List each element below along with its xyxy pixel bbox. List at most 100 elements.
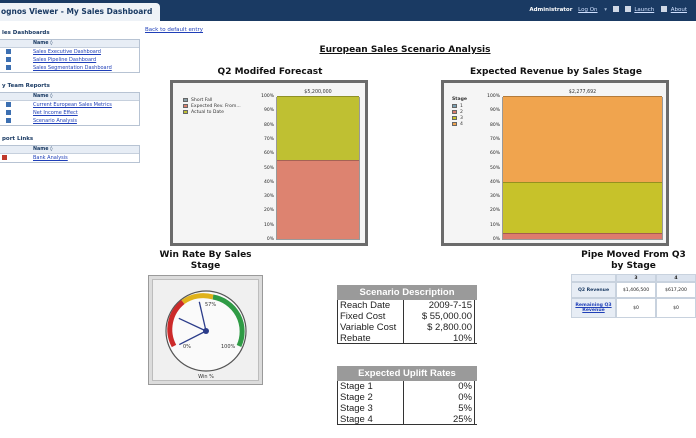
uplift-row-value: 0% bbox=[403, 381, 475, 392]
table-row: Stage 2 0% bbox=[337, 392, 477, 403]
scenario-analysis-link[interactable]: Scenario Analysis bbox=[33, 118, 77, 124]
uplift-row-label: Stage 2 bbox=[337, 392, 403, 403]
dashboard-icon bbox=[6, 57, 11, 62]
legend-swatch bbox=[183, 110, 188, 114]
plot-area bbox=[276, 96, 360, 240]
list-item[interactable]: Sales Segmentation Dashboard bbox=[0, 64, 139, 72]
report-icon bbox=[6, 118, 11, 123]
net-income-effect-link[interactable]: Net Income Effect bbox=[33, 110, 78, 116]
pipe-title-line2: by Stage bbox=[611, 261, 656, 271]
folder-icon[interactable] bbox=[624, 6, 631, 12]
scenario-row-label: Fixed Cost bbox=[337, 311, 403, 322]
legend-label: Expected Rev. From... bbox=[191, 103, 241, 109]
column-header-name[interactable]: Name ◊ bbox=[0, 146, 139, 154]
sales-segmentation-dashboard-link[interactable]: Sales Segmentation Dashboard bbox=[33, 65, 112, 71]
section-team-reports: Name ◊ Current European Sales Metrics Ne… bbox=[0, 92, 140, 126]
legend-label: 4 bbox=[460, 121, 463, 127]
table-row: Rebate 10% bbox=[337, 333, 477, 344]
chart-forecast: Short Fall Expected Rev. From... Actual to… bbox=[170, 80, 368, 246]
section-title-report-links: port Links bbox=[2, 136, 34, 142]
pipe-corner-cell bbox=[571, 274, 616, 282]
y-tick-label: 100% bbox=[487, 94, 500, 99]
table-row: Stage 4 25% bbox=[337, 414, 477, 425]
legend-label: Actual to Date bbox=[191, 109, 224, 115]
y-tick-label: 80% bbox=[489, 122, 500, 128]
chart-legend: Short Fall Expected Rev. From... Actual to… bbox=[183, 97, 241, 115]
table-row: Fixed Cost $ 55,000.00 bbox=[337, 311, 477, 322]
scenario-row-value: $ 55,000.00 bbox=[403, 311, 475, 322]
uplift-row-label: Stage 1 bbox=[337, 381, 403, 392]
pipe-row-label: Q2 Revenue bbox=[571, 282, 616, 298]
bar-segment[interactable] bbox=[503, 96, 662, 182]
back-to-default-entry-link[interactable]: Back to default entry bbox=[145, 27, 203, 33]
bank-analysis-link[interactable]: Bank Analysis bbox=[33, 155, 68, 161]
plot-area bbox=[502, 96, 663, 240]
report-icon bbox=[6, 102, 11, 107]
uplift-row-value: 0% bbox=[403, 392, 475, 403]
dashboard-icon bbox=[6, 49, 11, 54]
list-item[interactable]: Sales Executive Dashboard bbox=[0, 48, 139, 56]
bar-segment[interactable] bbox=[503, 233, 662, 239]
chart-expected-revenue-area: Stage 1 2 3 4 100% 90% 80% 70% 60% 50% 40% 30% 20% 10%… bbox=[444, 83, 666, 243]
gauge-dial: 0% 100% 57% Win % bbox=[165, 290, 247, 380]
uplift-row-value: 5% bbox=[403, 403, 475, 414]
scenario-row-value: $ 2,800.00 bbox=[403, 322, 475, 333]
section-title-dashboards: les Dashboards bbox=[2, 30, 50, 36]
list-item[interactable]: Net Income Effect bbox=[0, 109, 139, 117]
bar-segment[interactable] bbox=[277, 160, 359, 239]
pipe-title-line1: Pipe Moved From Q3 bbox=[581, 250, 686, 260]
y-tick-label: 40% bbox=[263, 179, 274, 185]
log-on-link[interactable]: Log On bbox=[578, 7, 597, 13]
dashboard-icon bbox=[6, 65, 11, 70]
list-item[interactable]: Scenario Analysis bbox=[0, 117, 139, 125]
legend-item: 4 bbox=[452, 121, 467, 127]
section-dashboards: Name ◊ Sales Executive Dashboard Sales P… bbox=[0, 39, 140, 73]
sales-pipeline-dashboard-link[interactable]: Sales Pipeline Dashboard bbox=[33, 57, 96, 63]
pipe-cell: $0 bbox=[616, 298, 656, 318]
y-tick-label: 20% bbox=[263, 208, 274, 214]
pipe-header-row: 3 4 bbox=[571, 274, 696, 282]
section-title-team-reports: y Team Reports bbox=[2, 83, 50, 89]
list-item[interactable]: Bank Analysis bbox=[0, 154, 139, 162]
list-item[interactable]: Current European Sales Metrics bbox=[0, 101, 139, 109]
pipe-row-label-link[interactable]: Remaining Q3 Revenue bbox=[571, 298, 616, 318]
y-tick-label: 60% bbox=[263, 151, 274, 157]
about-link[interactable]: About bbox=[671, 7, 687, 13]
scenario-description-table: Scenario Description Reach Date 2009-7-15… bbox=[337, 285, 477, 344]
user-name: Administrator bbox=[529, 7, 573, 13]
y-tick-label: 10% bbox=[263, 222, 274, 228]
table-row: Stage 1 0% bbox=[337, 381, 477, 392]
scenario-row-label: Variable Cost bbox=[337, 322, 403, 333]
launch-link[interactable]: Launch bbox=[634, 7, 654, 13]
table-row: Q2 Revenue $1,406,500 $617,200 bbox=[571, 282, 696, 298]
table-row: Stage 3 5% bbox=[337, 403, 477, 414]
bar-total-label: $2,277,692 bbox=[568, 90, 597, 95]
bar-segment[interactable] bbox=[277, 96, 359, 161]
y-tick-label: 0% bbox=[492, 237, 500, 242]
chevron-down-icon[interactable]: ▾ bbox=[604, 7, 607, 13]
column-header-name[interactable]: Name ◊ bbox=[0, 93, 139, 101]
gauge-win-rate: 0% 100% 57% Win % bbox=[148, 275, 263, 385]
scenario-row-label: Rebate bbox=[337, 333, 403, 344]
sales-executive-dashboard-link[interactable]: Sales Executive Dashboard bbox=[33, 49, 101, 55]
legend-label: Short Fall bbox=[191, 97, 213, 103]
uplift-table-title: Expected Uplift Rates bbox=[337, 366, 477, 381]
legend-swatch bbox=[452, 116, 457, 120]
section-report-links: Name ◊ Bank Analysis bbox=[0, 145, 140, 163]
current-european-sales-metrics-link[interactable]: Current European Sales Metrics bbox=[33, 102, 112, 108]
window-tab-title[interactable]: ognos Viewer - My Sales Dashboard bbox=[0, 3, 160, 21]
home-icon[interactable] bbox=[612, 6, 619, 12]
y-tick-label: 40% bbox=[489, 179, 500, 185]
y-tick-label: 70% bbox=[263, 136, 274, 142]
uplift-row-value: 25% bbox=[403, 414, 475, 425]
gauge-label-max: 100% bbox=[221, 344, 236, 350]
list-item[interactable]: Sales Pipeline Dashboard bbox=[0, 56, 139, 64]
pipe-cell: $0 bbox=[656, 298, 696, 318]
help-icon[interactable] bbox=[660, 6, 667, 12]
top-bar: ognos Viewer - My Sales Dashboard Admini… bbox=[0, 0, 696, 21]
bar-segment[interactable] bbox=[503, 181, 662, 234]
column-header-name[interactable]: Name ◊ bbox=[0, 40, 139, 48]
legend-swatch bbox=[452, 110, 457, 114]
chart-legend: Stage 1 2 3 4 bbox=[452, 97, 467, 127]
chart-title-expected-revenue: Expected Revenue by Sales Stage bbox=[470, 67, 642, 77]
